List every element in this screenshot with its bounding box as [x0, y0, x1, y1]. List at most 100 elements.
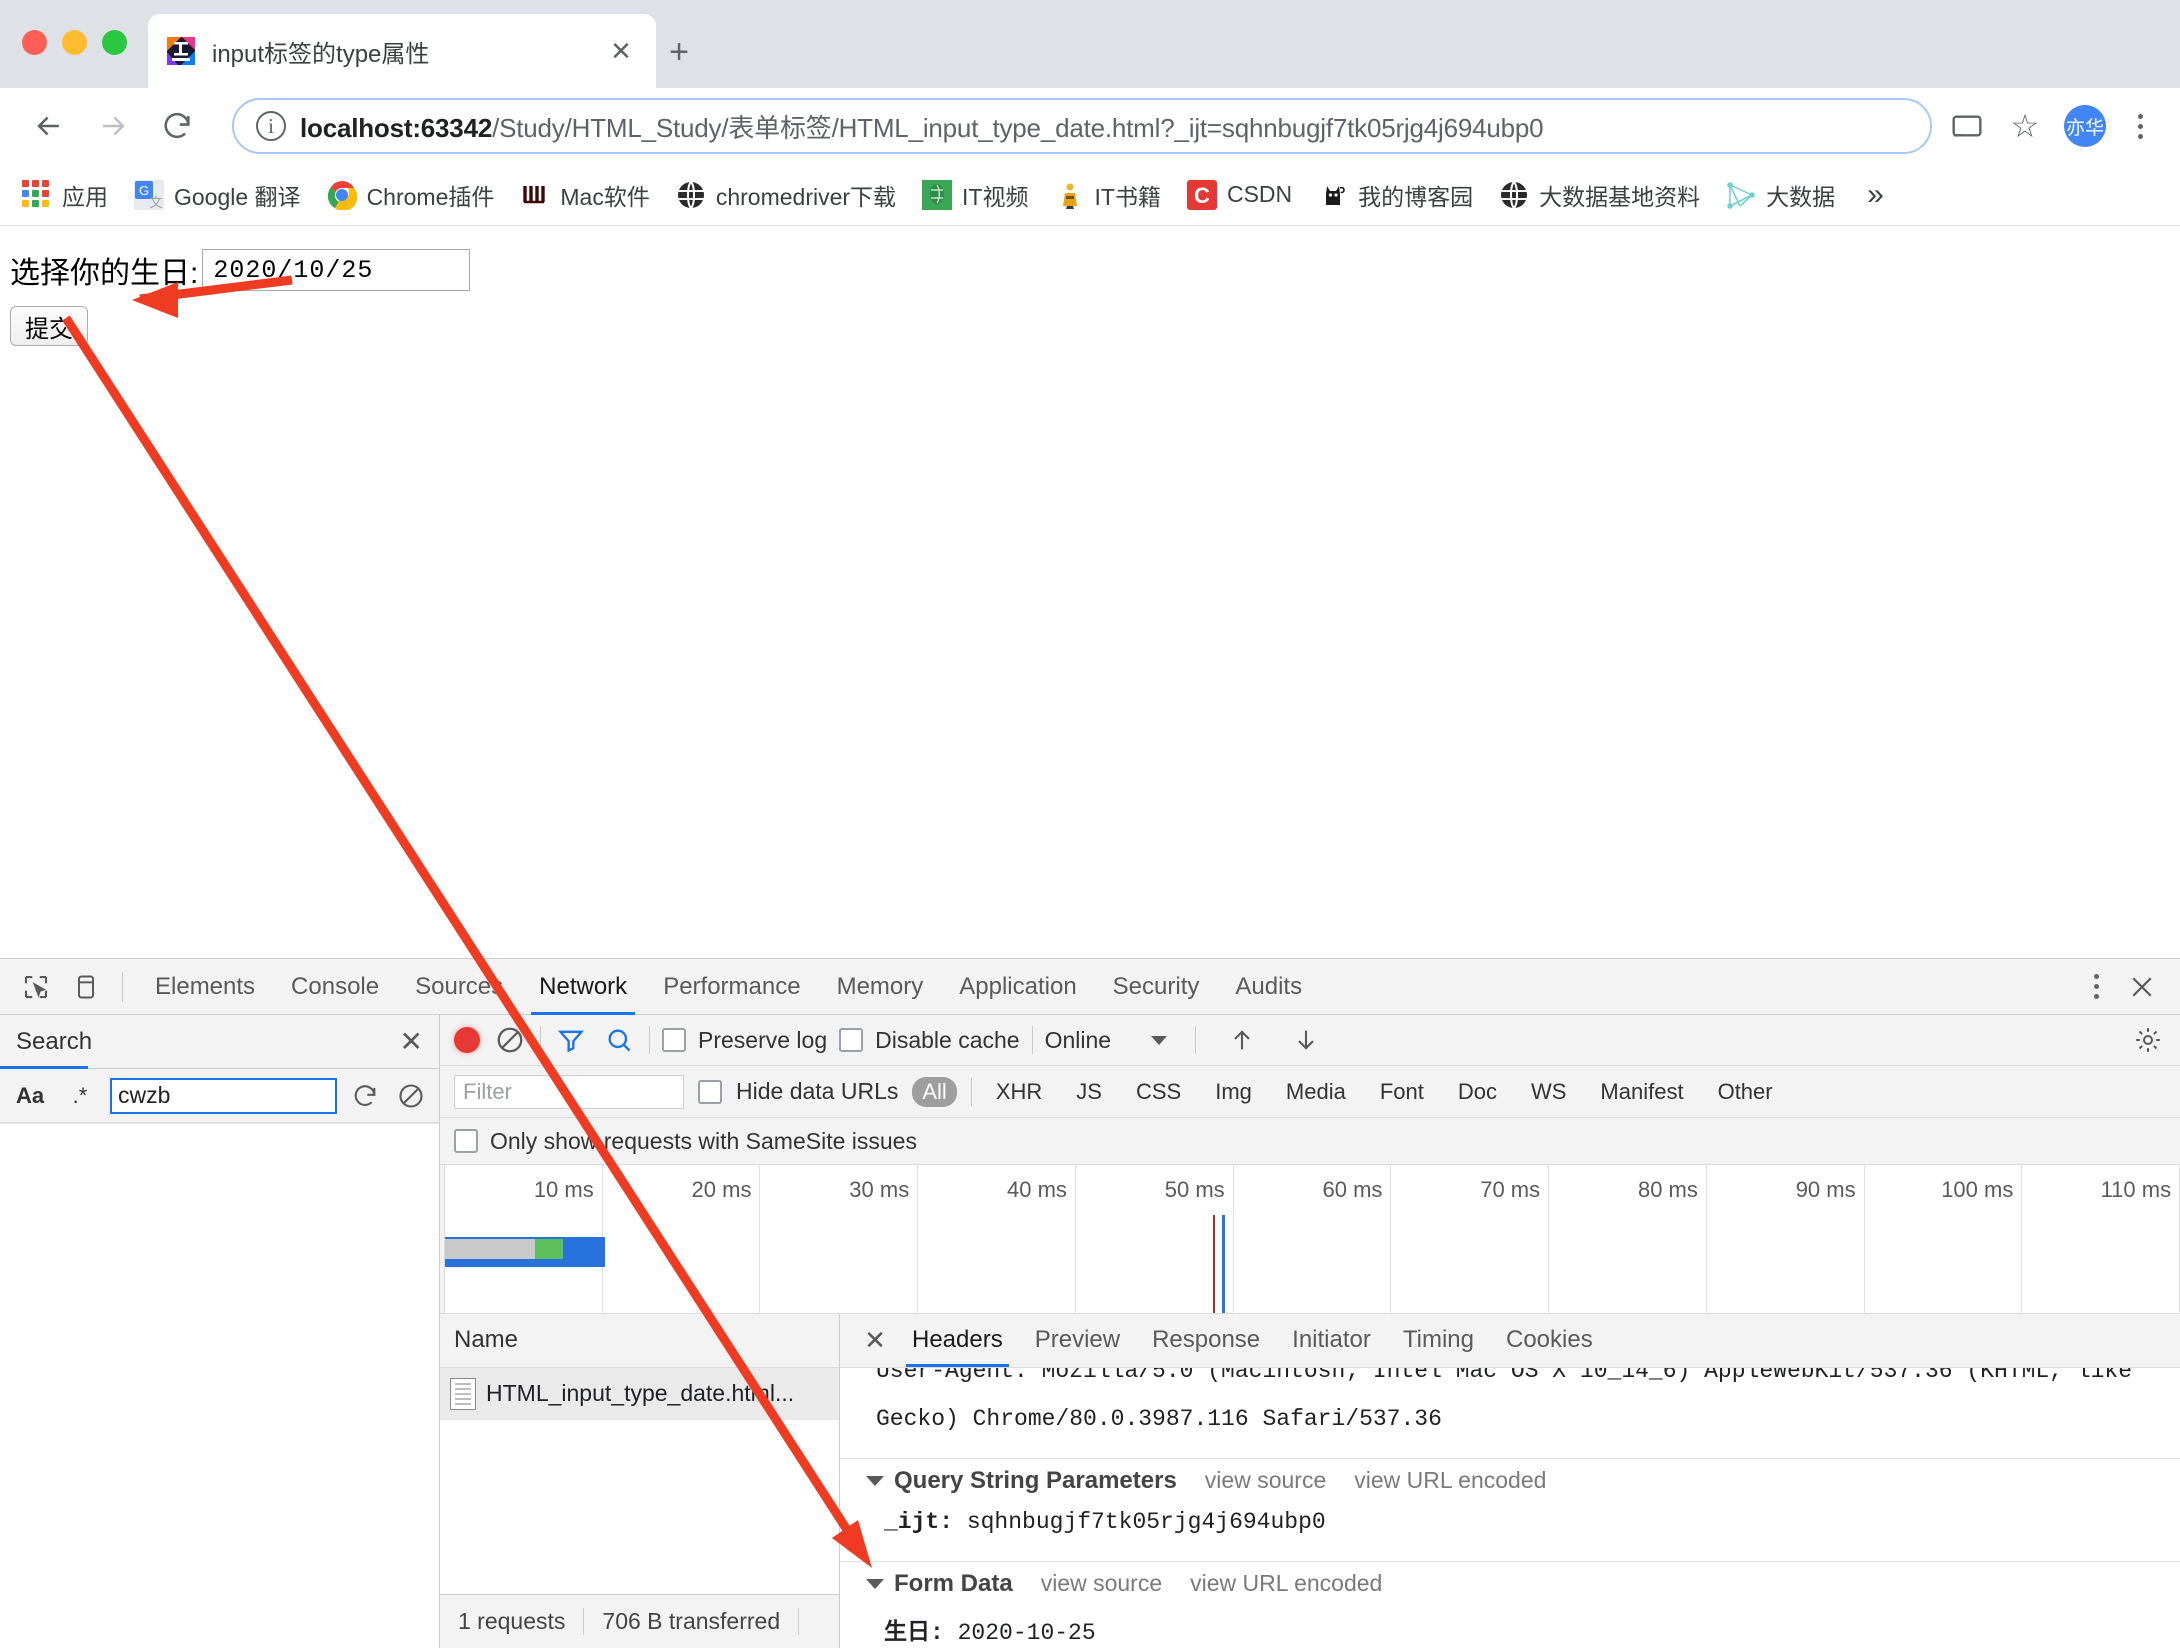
record-button-icon[interactable] — [454, 1027, 480, 1054]
query-view-source-link[interactable]: view source — [1205, 1467, 1326, 1494]
devtools-tab-performance[interactable]: Performance — [645, 959, 818, 1015]
device-toolbar-icon[interactable] — [64, 965, 108, 1009]
cast-icon[interactable] — [1944, 103, 1990, 149]
resource-type-img[interactable]: Img — [1205, 1077, 1262, 1107]
search-drawer-close-icon[interactable]: ✕ — [400, 1025, 423, 1058]
triangle-down-icon[interactable] — [866, 1578, 884, 1589]
page-info-icon[interactable]: i — [256, 111, 286, 141]
bookmark-item-google-translate[interactable]: G文 Google 翻译 — [134, 178, 301, 212]
submit-button[interactable]: 提交 — [10, 306, 88, 346]
devtools-close-icon[interactable] — [2120, 965, 2164, 1009]
form-view-url-encoded-link[interactable]: view URL encoded — [1190, 1570, 1382, 1597]
chrome-menu-icon[interactable] — [2122, 113, 2158, 139]
bookmark-item-it-books[interactable]: IT书籍 — [1054, 178, 1161, 212]
search-icon[interactable] — [601, 1022, 637, 1058]
bookmarks-bar: 应用 G文 Google 翻译 Chrome插件 Mac软件 chromedri… — [0, 164, 2180, 226]
close-window-button[interactable] — [22, 30, 47, 55]
filter-funnel-icon[interactable] — [553, 1022, 589, 1058]
new-tab-button[interactable]: + — [655, 28, 703, 76]
bookmarks-overflow-button[interactable]: » — [1867, 178, 1884, 212]
devtools-tab-console[interactable]: Console — [273, 959, 397, 1015]
mac-software-icon — [520, 179, 551, 210]
devtools-tab-network[interactable]: Network — [521, 959, 645, 1015]
refresh-search-icon[interactable] — [347, 1082, 383, 1110]
network-timeline-overview[interactable]: 10 ms 20 ms 30 ms 40 ms 50 ms 60 ms 70 m… — [440, 1165, 2180, 1314]
use-regex-button[interactable]: .* — [60, 1083, 100, 1109]
detail-close-icon[interactable]: ✕ — [854, 1325, 896, 1356]
resource-type-font[interactable]: Font — [1370, 1077, 1434, 1107]
table-row[interactable]: HTML_input_type_date.html... — [440, 1367, 839, 1420]
query-param-value: sqhnbugjf7tk05rjg4j694ubp0 — [966, 1508, 1326, 1535]
resource-type-xhr[interactable]: XHR — [986, 1077, 1052, 1107]
divider — [1195, 1026, 1197, 1055]
address-bar[interactable]: i localhost:63342/Study/HTML_Study/表单标签/… — [232, 98, 1932, 154]
request-headers-content[interactable]: User-Agent: Mozilla/5.0 (Macintosh; Inte… — [840, 1368, 2180, 1648]
clear-search-icon[interactable] — [393, 1082, 429, 1110]
resource-type-all[interactable]: All — [912, 1076, 957, 1107]
devtools-tab-security[interactable]: Security — [1095, 959, 1218, 1015]
devtools-tab-sources[interactable]: Sources — [397, 959, 521, 1015]
tab-close-icon[interactable]: ✕ — [604, 34, 638, 68]
clear-network-log-icon[interactable] — [492, 1022, 528, 1058]
form-data-section-header[interactable]: Form Data view source view URL encoded — [840, 1560, 2180, 1606]
detail-tab-initiator[interactable]: Initiator — [1276, 1313, 1387, 1367]
devtools-tab-memory[interactable]: Memory — [819, 959, 942, 1015]
resource-type-other[interactable]: Other — [1708, 1077, 1783, 1107]
timeline-tick-label: 100 ms — [1941, 1177, 2014, 1203]
samesite-issues-checkbox[interactable] — [454, 1129, 478, 1154]
devtools-tab-audits[interactable]: Audits — [1217, 959, 1320, 1015]
bookmark-item-csdn[interactable]: C CSDN — [1186, 179, 1292, 210]
bookmark-item-chromedriver[interactable]: chromedriver下载 — [676, 178, 896, 212]
download-har-icon[interactable] — [1288, 1022, 1324, 1058]
forward-button-icon[interactable] — [86, 99, 140, 153]
back-button-icon[interactable] — [22, 99, 76, 153]
detail-tab-cookies[interactable]: Cookies — [1490, 1313, 1609, 1367]
triangle-down-icon[interactable] — [866, 1475, 884, 1486]
bookmark-item-it-video[interactable]: IT视频 — [922, 178, 1029, 212]
query-view-url-encoded-link[interactable]: view URL encoded — [1354, 1467, 1546, 1494]
detail-tab-response[interactable]: Response — [1136, 1313, 1276, 1367]
query-string-section-header[interactable]: Query String Parameters view source view… — [840, 1457, 2180, 1503]
resource-type-media[interactable]: Media — [1276, 1077, 1356, 1107]
detail-tab-preview[interactable]: Preview — [1019, 1313, 1136, 1367]
network-split: Name HTML_input_type_date.html... 1 requ… — [440, 1313, 2180, 1648]
bookmark-item-mac-software[interactable]: Mac软件 — [520, 178, 650, 212]
birthday-date-input[interactable]: 2020/10/25 — [202, 249, 471, 291]
detail-tab-headers[interactable]: Headers — [896, 1313, 1019, 1368]
chevron-down-icon[interactable] — [1151, 1035, 1168, 1045]
upload-har-icon[interactable] — [1224, 1022, 1260, 1058]
resource-type-manifest[interactable]: Manifest — [1590, 1077, 1693, 1107]
devtools-tab-application[interactable]: Application — [941, 959, 1094, 1015]
maximize-window-button[interactable] — [102, 30, 127, 55]
resource-type-ws[interactable]: WS — [1521, 1077, 1576, 1107]
bookmark-item-apps[interactable]: 应用 — [22, 178, 108, 212]
preserve-log-checkbox[interactable] — [662, 1028, 686, 1053]
minimize-window-button[interactable] — [62, 30, 87, 55]
resource-type-js[interactable]: JS — [1066, 1077, 1112, 1107]
divider — [540, 1026, 541, 1055]
inspect-element-icon[interactable] — [14, 965, 58, 1009]
bookmark-star-icon[interactable]: ☆ — [2002, 103, 2048, 149]
resource-type-css[interactable]: CSS — [1126, 1077, 1191, 1107]
devtools-tab-elements[interactable]: Elements — [137, 959, 273, 1015]
browser-tab[interactable]: input标签的type属性 ✕ — [148, 14, 656, 88]
reload-button-icon[interactable] — [150, 99, 204, 153]
bookmark-item-bigdata-base[interactable]: 大数据基地资料 — [1499, 178, 1700, 212]
form-view-source-link[interactable]: view source — [1041, 1570, 1162, 1597]
match-case-button[interactable]: Aa — [10, 1083, 50, 1109]
hide-data-urls-checkbox[interactable] — [698, 1079, 722, 1104]
resource-type-doc[interactable]: Doc — [1448, 1077, 1507, 1107]
bookmark-item-cnblogs[interactable]: 我的博客园 — [1318, 178, 1473, 212]
throttling-select[interactable]: Online — [1045, 1027, 1111, 1054]
bookmark-item-chrome-plugins[interactable]: Chrome插件 — [327, 178, 494, 212]
filter-input[interactable]: Filter — [454, 1074, 684, 1109]
profile-avatar[interactable]: 亦华 — [2064, 105, 2106, 147]
request-list-column-header[interactable]: Name — [440, 1313, 839, 1368]
bookmark-item-bigdata[interactable]: 大数据 — [1726, 178, 1835, 212]
form-data-row: 生日: 2020-10-25 — [840, 1606, 2180, 1648]
detail-tab-timing[interactable]: Timing — [1387, 1313, 1490, 1367]
disable-cache-checkbox[interactable] — [839, 1028, 864, 1053]
devtools-more-icon[interactable] — [2078, 974, 2114, 999]
search-input[interactable]: cwzb — [110, 1077, 337, 1114]
gear-icon[interactable] — [2130, 1022, 2166, 1058]
